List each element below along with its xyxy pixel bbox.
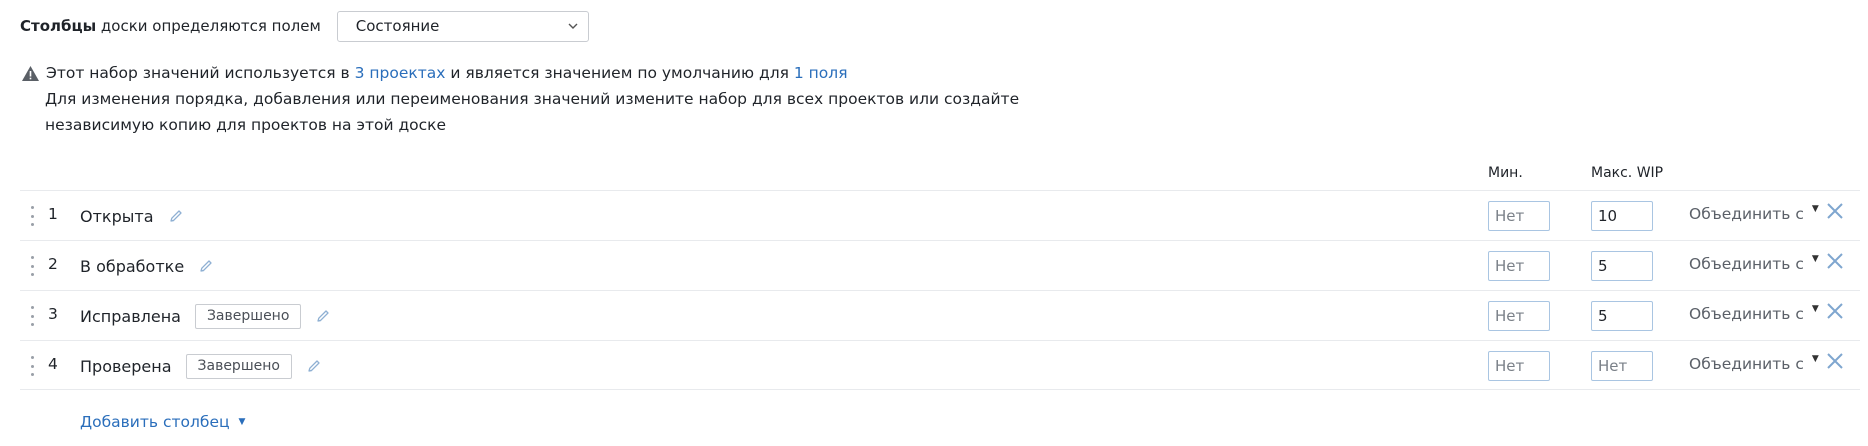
list-item: 4 Проверена Завершено Объединить с▼ [20, 340, 1860, 390]
merge-with-dropdown[interactable]: Объединить с ▼ [1689, 354, 1819, 373]
notice-line-2: Для изменения порядка, добавления или пе… [45, 90, 1020, 108]
min-input[interactable] [1488, 251, 1550, 281]
chevron-down-icon [568, 19, 578, 33]
min-input[interactable] [1488, 301, 1550, 331]
add-column-label: Добавить столбец [80, 413, 230, 431]
state-field-select[interactable]: Состояние [336, 10, 589, 42]
shared-values-notice: Этот набор значений используется в 3 про… [20, 60, 1019, 138]
row-number: 3 [48, 305, 58, 323]
pencil-icon[interactable] [315, 308, 331, 324]
merge-with-dropdown[interactable]: Объединить с ▼ [1689, 304, 1819, 323]
caret-down-icon: ▼ [238, 417, 246, 427]
column-name: Открыта [80, 206, 154, 226]
caret-down-icon: ▼ [1811, 204, 1819, 214]
fields-link[interactable]: 1 поля [794, 60, 848, 86]
min-input[interactable] [1488, 351, 1550, 381]
max-wip-input[interactable] [1591, 301, 1653, 331]
projects-link[interactable]: 3 проектах [355, 60, 446, 86]
max-wip-column-header: Макс. WIP [1591, 165, 1664, 181]
notice-text-1: Этот набор значений используется в [46, 64, 350, 82]
min-column-header: Мин. [1488, 165, 1523, 181]
drag-handle-icon[interactable] [31, 356, 35, 376]
drag-handle-icon[interactable] [31, 256, 35, 276]
caret-down-icon: ▼ [1811, 304, 1819, 314]
min-input[interactable] [1488, 201, 1550, 231]
column-name: В обработке [80, 256, 185, 276]
notice-line-3: независимую копию для проектов на этой д… [45, 116, 447, 134]
row-number: 4 [48, 355, 58, 373]
list-item: 2 В обработке Объединить с▼ [20, 240, 1860, 290]
pencil-icon[interactable] [306, 358, 322, 374]
merge-with-dropdown[interactable]: Объединить с ▼ [1689, 254, 1819, 273]
columns-field-header: Столбцы доски определяются полем Состоян… [20, 10, 589, 42]
status-badge: Завершено [185, 353, 292, 379]
pencil-icon[interactable] [198, 258, 214, 274]
list-item: 1 Открыта Объединить с▼ [20, 190, 1860, 240]
drag-handle-icon[interactable] [31, 306, 35, 326]
caret-down-icon: ▼ [1811, 254, 1819, 264]
board-columns-settings: Столбцы доски определяются полем Состоян… [0, 0, 1868, 446]
status-badge: Завершено [194, 303, 302, 329]
close-icon[interactable] [1823, 249, 1847, 273]
columns-field-label: Столбцы доски определяются полем [20, 17, 321, 35]
column-name: Проверена [80, 356, 172, 376]
max-wip-input[interactable] [1591, 201, 1653, 231]
caret-down-icon: ▼ [1811, 354, 1819, 364]
notice-text-2: и является значением по умолчанию для [450, 64, 789, 82]
merge-with-dropdown[interactable]: Объединить с ▼ [1689, 204, 1819, 223]
column-name: Исправлена [80, 306, 181, 326]
select-value: Состояние [355, 17, 440, 35]
columns-list: 1 Открыта Объединить с▼ 2 В обработке [20, 190, 1860, 390]
row-number: 2 [48, 255, 58, 273]
close-icon[interactable] [1823, 199, 1847, 223]
add-column-button[interactable]: Добавить столбец ▼ [80, 413, 245, 431]
max-wip-input[interactable] [1591, 351, 1653, 381]
row-number: 1 [48, 205, 58, 223]
max-wip-input[interactable] [1591, 251, 1653, 281]
close-icon[interactable] [1823, 299, 1847, 323]
list-item: 3 Исправлена Завершено Объединить с▼ [20, 290, 1860, 340]
drag-handle-icon[interactable] [31, 206, 35, 226]
pencil-icon[interactable] [168, 208, 184, 224]
close-icon[interactable] [1823, 349, 1847, 373]
warning-icon [20, 64, 40, 82]
